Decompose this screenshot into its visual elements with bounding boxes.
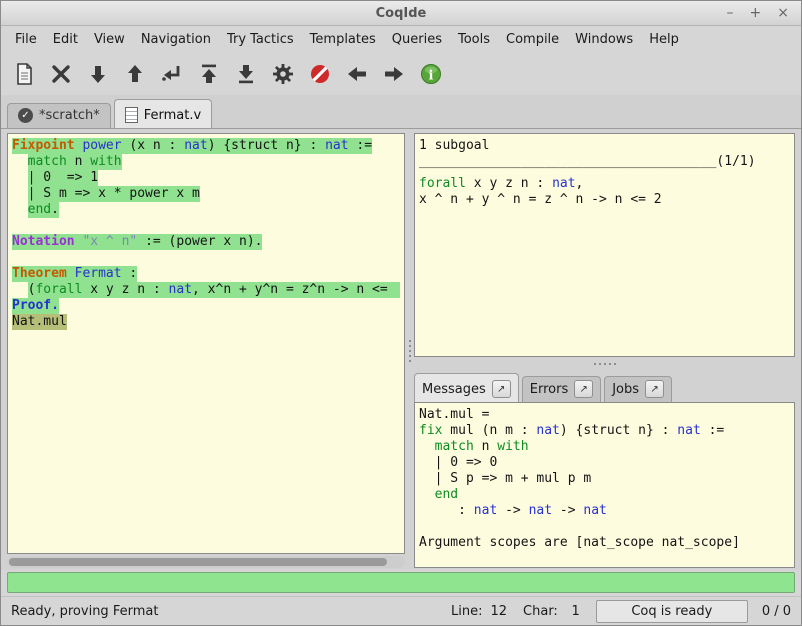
status-text: Ready, proving Fermat (11, 604, 158, 619)
tab-fermat[interactable]: Fermat.v (114, 99, 212, 128)
menu-file[interactable]: File (7, 29, 45, 50)
script-editor[interactable]: Fixpoint power (x n : nat) {struct n} : … (7, 133, 405, 554)
tab-bar: ✓ *scratch* Fermat.v (1, 95, 801, 129)
new-file-button[interactable] (7, 58, 41, 90)
right-arrow-icon (382, 62, 406, 86)
menu-templates[interactable]: Templates (302, 29, 384, 50)
char-value: 1 (566, 604, 580, 619)
task-counters: 0 / 0 (762, 604, 791, 619)
tab-scratch[interactable]: ✓ *scratch* (7, 103, 111, 128)
return-arrow-icon (160, 62, 184, 86)
tab-jobs-label: Jobs (612, 382, 639, 397)
window-title: CoqIde (1, 6, 801, 21)
toolbar: i (1, 53, 801, 95)
detach-messages-icon[interactable]: ↗ (492, 380, 511, 398)
info-icon: i (419, 62, 443, 86)
check-icon: ✓ (18, 108, 33, 123)
tab-errors[interactable]: Errors ↗ (522, 376, 601, 402)
svg-text:i: i (429, 69, 434, 84)
coqide-window: CoqIde – + × File Edit View Navigation T… (0, 0, 802, 626)
status-right: Line: 12 Char: 1 Coq is ready 0 / 0 (435, 600, 791, 623)
close-button[interactable]: × (777, 6, 789, 20)
backward-command-button[interactable] (118, 58, 152, 90)
status-bar: Ready, proving Fermat Line: 12 Char: 1 C… (1, 596, 801, 625)
maximize-button[interactable]: + (750, 6, 762, 20)
proof-column: 1 subgoal_______________________________… (414, 133, 795, 568)
menu-windows[interactable]: Windows (567, 29, 641, 50)
window-controls: – + × (727, 6, 801, 20)
coq-state-box: Coq is ready (596, 600, 748, 623)
left-arrow-icon (345, 62, 369, 86)
tab-errors-label: Errors (530, 382, 568, 397)
tab-fermat-label: Fermat.v (144, 108, 201, 123)
menu-navigation[interactable]: Navigation (133, 29, 219, 50)
menu-bar: File Edit View Navigation Try Tactics Te… (1, 26, 801, 53)
tab-messages[interactable]: Messages ↗ (414, 373, 519, 402)
messages-panel[interactable]: Nat.mul =fix mul (n m : nat) {struct n} … (414, 402, 795, 568)
message-tab-bar: Messages ↗ Errors ↗ Jobs ↗ (414, 370, 795, 402)
next-button[interactable] (377, 58, 411, 90)
gear-icon (271, 62, 295, 86)
main-area: Fixpoint power (x n : nat) {struct n} : … (1, 129, 801, 570)
cross-icon (49, 62, 73, 86)
down-arrow-icon (86, 62, 110, 86)
minimize-button[interactable]: – (727, 6, 734, 20)
page-icon (12, 62, 36, 86)
stop-button[interactable] (44, 58, 78, 90)
vertical-splitter[interactable] (405, 133, 414, 568)
tab-scratch-label: *scratch* (39, 108, 100, 123)
menu-help[interactable]: Help (641, 29, 687, 50)
menu-view[interactable]: View (86, 29, 133, 50)
previous-button[interactable] (340, 58, 374, 90)
script-column: Fixpoint power (x n : nat) {struct n} : … (7, 133, 405, 568)
no-entry-icon (308, 62, 332, 86)
go-to-cursor-button[interactable] (155, 58, 189, 90)
about-button[interactable]: i (414, 58, 448, 90)
restart-button[interactable] (266, 58, 300, 90)
go-to-start-button[interactable] (192, 58, 226, 90)
horizontal-splitter[interactable] (414, 357, 795, 370)
tab-messages-label: Messages (422, 382, 486, 397)
scrollbar-thumb[interactable] (9, 558, 387, 566)
document-icon (125, 107, 138, 123)
progress-bar (7, 572, 795, 593)
arrow-down-to-bar-icon (234, 62, 258, 86)
line-label: Line: (451, 604, 482, 619)
titlebar[interactable]: CoqIde – + × (1, 1, 801, 26)
menu-edit[interactable]: Edit (45, 29, 86, 50)
up-arrow-icon (123, 62, 147, 86)
menu-compile[interactable]: Compile (498, 29, 567, 50)
interrupt-button[interactable] (303, 58, 337, 90)
menu-tools[interactable]: Tools (450, 29, 498, 50)
detach-errors-icon[interactable]: ↗ (574, 380, 593, 398)
menu-queries[interactable]: Queries (384, 29, 450, 50)
tab-jobs[interactable]: Jobs ↗ (604, 376, 672, 402)
horizontal-scrollbar[interactable] (7, 556, 405, 568)
goals-panel[interactable]: 1 subgoal_______________________________… (414, 133, 795, 357)
arrow-up-to-bar-icon (197, 62, 221, 86)
menu-try-tactics[interactable]: Try Tactics (219, 29, 302, 50)
detach-jobs-icon[interactable]: ↗ (645, 380, 664, 398)
forward-command-button[interactable] (81, 58, 115, 90)
go-to-end-button[interactable] (229, 58, 263, 90)
line-value: 12 (490, 604, 507, 619)
char-label: Char: (523, 604, 558, 619)
